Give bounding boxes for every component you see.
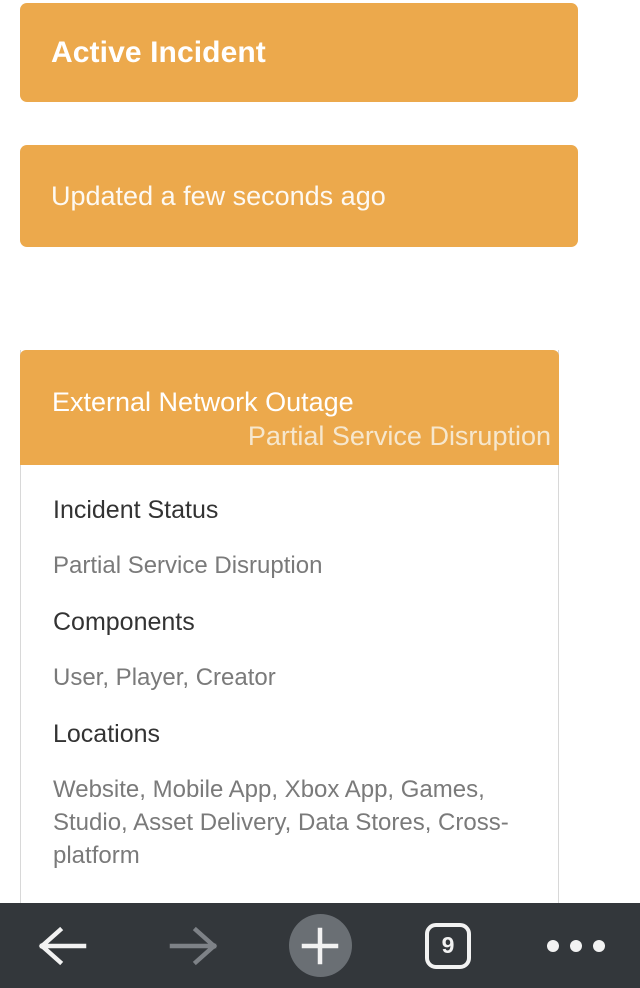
locations-label: Locations [53, 720, 161, 748]
ellipsis-dot [593, 939, 605, 952]
new-tab-button[interactable] [256, 903, 384, 988]
incident-card-header: External Network Outage Partial Service … [20, 350, 559, 465]
incident-status-subtitle: Partial Service Disruption [247, 421, 551, 451]
components-value: User, Player, Creator [53, 664, 276, 691]
back-button[interactable] [0, 903, 128, 988]
browser-toolbar: 9 [0, 903, 640, 988]
arrow-left-icon [38, 926, 87, 965]
ellipsis-dot [547, 939, 559, 952]
tab-count-button[interactable]: 9 [384, 903, 512, 988]
page-content: Active Incident Updated a few seconds ag… [0, 0, 640, 903]
updated-timestamp-label: Updated a few seconds ago [51, 180, 386, 211]
updated-timestamp-banner: Updated a few seconds ago [20, 145, 578, 247]
incident-card: External Network Outage Partial Service … [20, 350, 559, 903]
tab-count-box: 9 [425, 922, 471, 969]
plus-icon [301, 927, 339, 964]
new-tab-circle [288, 914, 352, 977]
ellipsis-dot [570, 939, 582, 952]
components-label: Components [53, 608, 195, 636]
incident-status-label: Incident Status [53, 496, 219, 524]
incident-card-body: Incident Status Partial Service Disrupti… [21, 465, 558, 872]
active-incident-banner-label: Active Incident [51, 35, 266, 69]
forward-button[interactable] [128, 903, 256, 988]
arrow-right-icon [169, 926, 218, 965]
incident-title: External Network Outage [52, 387, 354, 417]
incident-status-value: Partial Service Disruption [53, 552, 323, 579]
locations-value: Website, Mobile App, Xbox App, Games, St… [53, 776, 509, 869]
ellipsis-icon [547, 939, 605, 952]
menu-button[interactable] [512, 903, 640, 988]
tab-count-label: 9 [441, 932, 455, 958]
active-incident-banner: Active Incident [20, 3, 578, 102]
